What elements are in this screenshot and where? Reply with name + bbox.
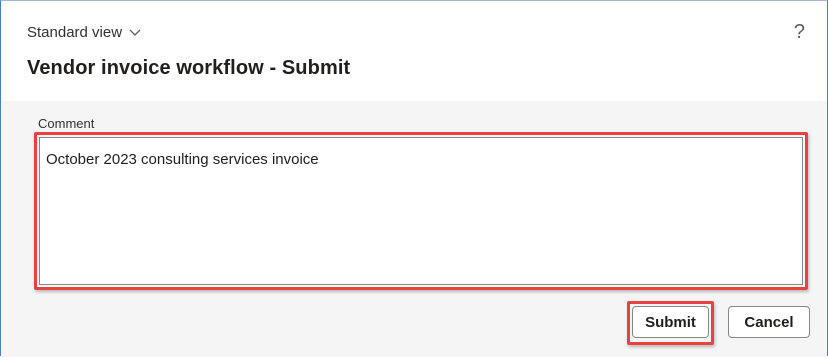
help-icon[interactable]: ? bbox=[794, 21, 805, 44]
dialog-body: Comment October 2023 consulting services… bbox=[1, 101, 827, 357]
view-switcher-label: Standard view bbox=[27, 24, 123, 41]
dialog-title: Vendor invoice workflow - Submit bbox=[27, 57, 351, 79]
submit-dialog: Standard view ? Vendor invoice workflow … bbox=[0, 0, 828, 357]
comment-label: Comment bbox=[38, 116, 95, 131]
submit-button[interactable]: Submit bbox=[632, 306, 709, 338]
dialog-header: Standard view ? Vendor invoice workflow … bbox=[1, 1, 827, 91]
cancel-button[interactable]: Cancel bbox=[728, 306, 810, 338]
comment-textarea[interactable]: October 2023 consulting services invoice bbox=[39, 137, 803, 285]
view-switcher[interactable]: Standard view bbox=[27, 24, 141, 41]
chevron-down-icon bbox=[129, 29, 141, 36]
